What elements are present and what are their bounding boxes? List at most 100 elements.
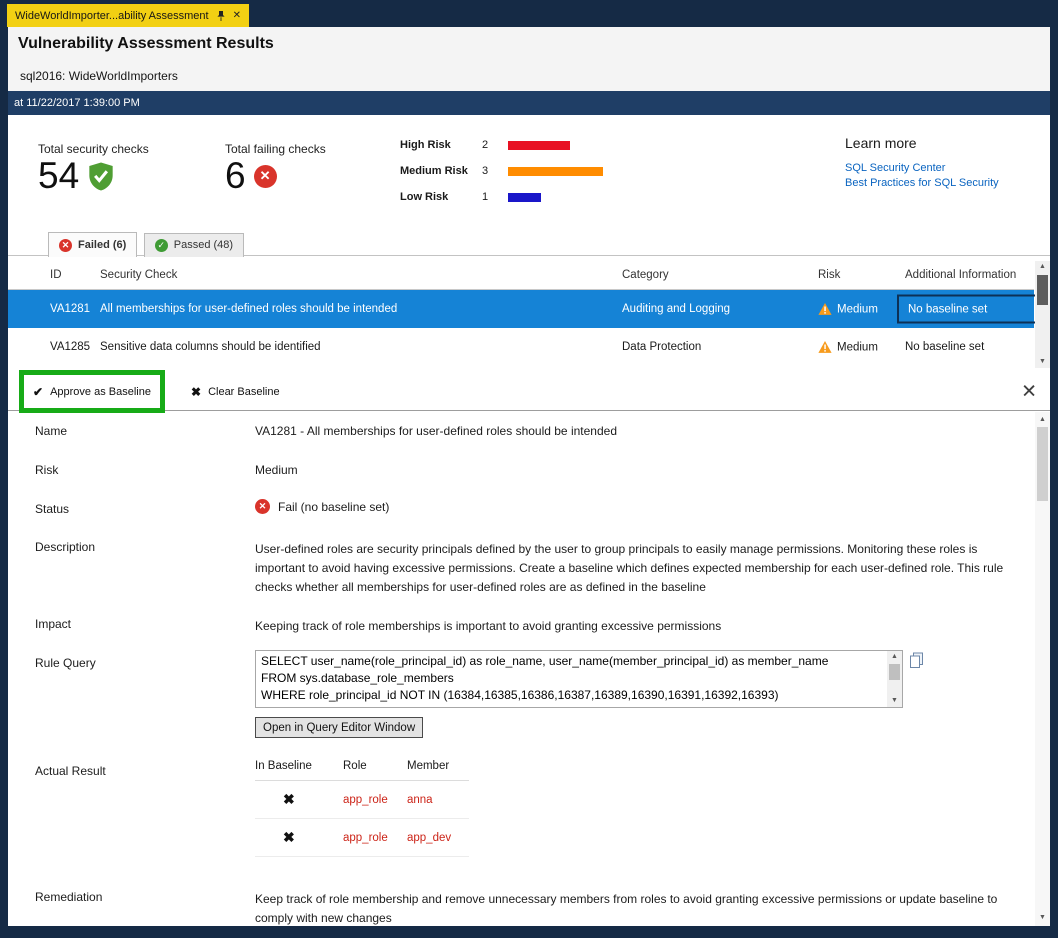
results-table-header: ID Security Check Category Risk Addition… <box>8 260 1034 290</box>
row-check: Sensitive data columns should be identif… <box>100 341 321 353</box>
link-best-practices[interactable]: Best Practices for SQL Security <box>845 176 999 191</box>
scrollbar-thumb[interactable] <box>1037 427 1048 501</box>
learn-more-title: Learn more <box>845 135 999 151</box>
risk-label-high: High Risk <box>400 139 482 151</box>
tab-close-icon[interactable]: ✕ <box>233 10 241 21</box>
not-in-baseline-icon: ✖ <box>255 791 343 808</box>
tab-passed[interactable]: ✓ Passed (48) <box>144 233 244 257</box>
risk-label: Risk <box>35 463 58 477</box>
scroll-up-icon[interactable]: ▲ <box>1035 414 1050 426</box>
col-id: ID <box>50 269 62 281</box>
rule-query-box: SELECT user_name(role_principal_id) as r… <box>255 650 903 708</box>
query-line-3: WHERE role_principal_id NOT IN (16384,16… <box>261 687 882 704</box>
document-tab-bar: WideWorldImporter...ability Assessment ✕ <box>0 0 1058 27</box>
risk-value-low: 1 <box>482 191 508 203</box>
scrollbar-thumb[interactable] <box>1037 275 1048 305</box>
col-category: Category <box>622 269 669 281</box>
no-baseline-annotation-box: No baseline set <box>897 295 1037 324</box>
row-additional-info: No baseline set <box>905 341 984 353</box>
ssms-window: WideWorldImporter...ability Assessment ✕… <box>0 0 1058 938</box>
actual-result-header: In Baseline Role Member <box>255 760 469 781</box>
row-category: Auditing and Logging <box>622 303 730 315</box>
check-icon: ✔ <box>33 385 43 399</box>
link-sql-security-center[interactable]: SQL Security Center <box>845 161 999 176</box>
main-content: Total security checks 54 Total failing c… <box>8 115 1050 926</box>
scroll-up-icon[interactable]: ▲ <box>887 651 902 663</box>
actual-result-table: In Baseline Role Member ✖ app_role anna … <box>255 760 469 857</box>
row-additional-info: No baseline set <box>897 295 1037 324</box>
risk-bar-1 <box>508 167 603 176</box>
remediation-label: Remediation <box>35 890 102 904</box>
col-role: Role <box>343 760 407 772</box>
approve-as-baseline-button[interactable]: ✔ Approve as Baseline <box>33 385 151 399</box>
clear-baseline-button[interactable]: ✖ Clear Baseline <box>191 385 280 399</box>
query-line-2: FROM sys.database_role_members <box>261 670 882 687</box>
scroll-down-icon[interactable]: ▼ <box>1035 356 1050 368</box>
approve-label: Approve as Baseline <box>50 386 151 398</box>
no-baseline-text: No baseline set <box>908 303 987 315</box>
row-risk: Medium <box>818 303 878 316</box>
failing-checks-number: 6 <box>225 155 246 197</box>
header: Vulnerability Assessment Results sql2016… <box>8 27 1050 91</box>
actual-result-row: ✖ app_role app_dev <box>255 819 469 857</box>
row-risk-label: Medium <box>837 341 878 353</box>
scrollbar-thumb[interactable] <box>889 664 900 680</box>
col-risk: Risk <box>818 269 840 281</box>
tab-failed[interactable]: ✕ Failed (6) <box>48 232 137 257</box>
total-checks-value: 54 <box>38 155 115 197</box>
name-value: VA1281 - All memberships for user-define… <box>255 424 617 438</box>
x-icon: ✖ <box>191 385 201 399</box>
table-row-va1285[interactable]: VA1285 Sensitive data columns should be … <box>8 328 1034 366</box>
server-database-label: sql2016: WideWorldImporters <box>20 69 178 83</box>
risk-value: Medium <box>255 463 298 477</box>
failing-checks-value: 6 ✕ <box>225 155 277 197</box>
copy-query-icon[interactable] <box>909 652 924 674</box>
col-in-baseline: In Baseline <box>255 760 343 772</box>
row-risk: Medium <box>818 341 878 354</box>
row-risk-label: Medium <box>837 303 878 315</box>
risk-label-medium: Medium Risk <box>400 165 482 177</box>
results-table-scrollbar[interactable]: ▲ ▼ <box>1035 261 1050 368</box>
result-member: anna <box>407 794 469 806</box>
page-title: Vulnerability Assessment Results <box>18 35 274 53</box>
baseline-toolbar: ✔ Approve as Baseline ✖ Clear Baseline ✕ <box>8 373 1050 411</box>
total-checks-label: Total security checks <box>38 142 149 156</box>
pin-icon[interactable] <box>216 10 226 22</box>
row-check: All memberships for user-defined roles s… <box>100 303 397 315</box>
risk-label-low: Low Risk <box>400 191 482 203</box>
table-row-va1281[interactable]: VA1281 All memberships for user-defined … <box>8 290 1034 328</box>
clear-label: Clear Baseline <box>208 386 280 398</box>
tab-failed-label: Failed (6) <box>78 239 126 251</box>
description-label: Description <box>35 540 95 554</box>
failing-checks-label: Total failing checks <box>225 142 326 156</box>
details-close-icon[interactable]: ✕ <box>1021 380 1037 403</box>
result-tabs: ✕ Failed (6) ✓ Passed (48) <box>8 232 1050 256</box>
status-text: Fail (no baseline set) <box>278 500 389 514</box>
col-member: Member <box>407 760 469 772</box>
description-value: User-defined roles are security principa… <box>255 540 1007 597</box>
details-panel: Name VA1281 - All memberships for user-d… <box>8 412 1050 926</box>
fail-circle-icon: ✕ <box>254 165 277 188</box>
document-tab[interactable]: WideWorldImporter...ability Assessment ✕ <box>7 4 249 27</box>
actual-result-label: Actual Result <box>35 764 106 778</box>
learn-more-section: Learn more SQL Security Center Best Prac… <box>845 135 999 191</box>
approve-baseline-annotation: ✔ Approve as Baseline <box>19 370 165 413</box>
passed-tab-icon: ✓ <box>155 239 168 252</box>
query-line-1: SELECT user_name(role_principal_id) as r… <box>261 653 882 670</box>
col-additional-info: Additional Information <box>905 269 1016 281</box>
shield-check-icon <box>87 161 115 192</box>
status-label: Status <box>35 502 69 516</box>
document-tab-title: WideWorldImporter...ability Assessment <box>15 10 209 22</box>
scroll-down-icon[interactable]: ▼ <box>887 695 902 707</box>
impact-label: Impact <box>35 617 71 631</box>
scroll-down-icon[interactable]: ▼ <box>1035 912 1050 924</box>
query-scrollbar[interactable]: ▲ ▼ <box>887 651 902 707</box>
risk-bar-0 <box>508 141 570 150</box>
risk-bar-2 <box>508 193 541 202</box>
scan-timestamp: at 11/22/2017 1:39:00 PM <box>8 91 1050 115</box>
remediation-value: Keep track of role membership and remove… <box>255 890 1007 926</box>
details-scrollbar[interactable]: ▲ ▼ <box>1035 412 1050 926</box>
scroll-up-icon[interactable]: ▲ <box>1035 261 1050 273</box>
open-query-editor-button[interactable]: Open in Query Editor Window <box>255 717 423 738</box>
name-label: Name <box>35 424 67 438</box>
